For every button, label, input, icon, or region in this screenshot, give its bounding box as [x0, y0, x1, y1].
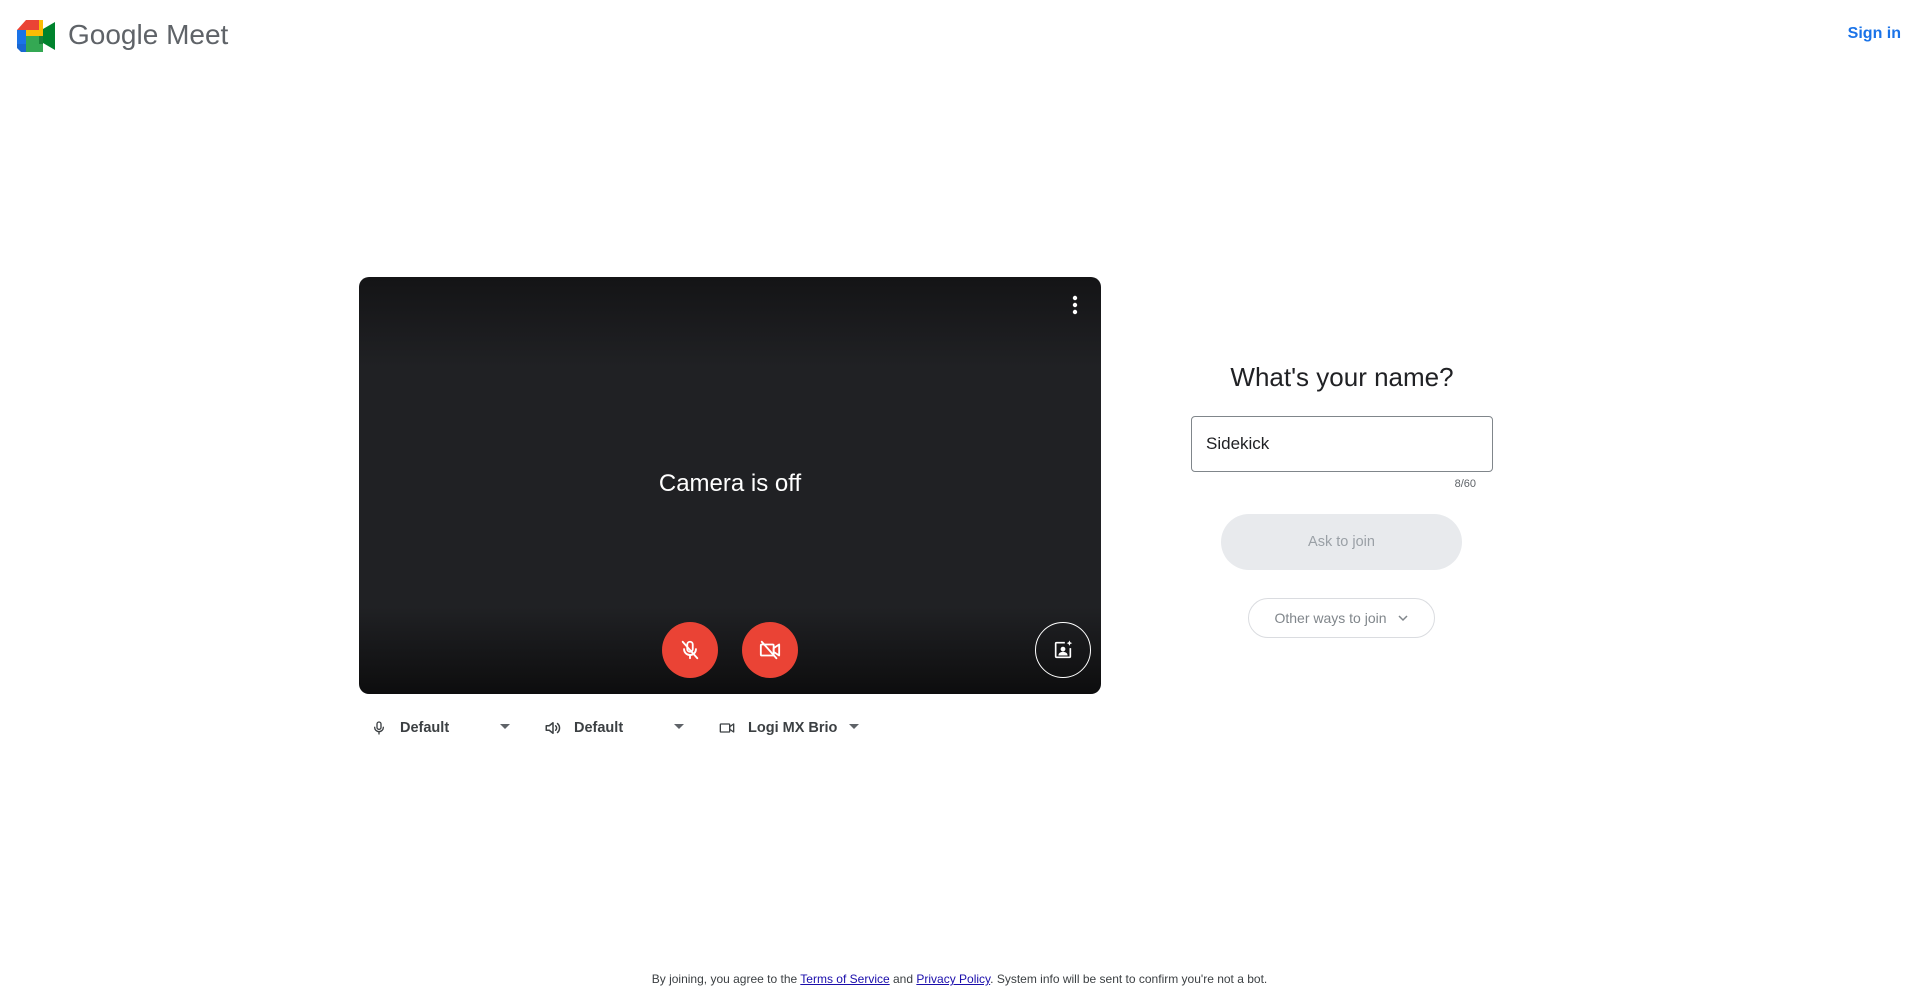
speaker-select[interactable]: Default [542, 714, 688, 742]
microphone-select-value: Default [400, 720, 450, 736]
apply-visual-effects-button[interactable] [1035, 622, 1091, 678]
name-input[interactable] [1192, 417, 1492, 471]
other-ways-to-join-label: Other ways to join [1274, 610, 1387, 626]
brand-name: Google Meet [68, 19, 229, 50]
video-preview: Camera is off [359, 277, 1101, 694]
videocam-off-icon [759, 640, 781, 660]
more-options-button[interactable] [1059, 289, 1091, 321]
character-count: 8/60 [1454, 478, 1476, 490]
footer-suffix: . System info will be sent to confirm yo… [990, 972, 1268, 986]
visual-effects-icon [1054, 640, 1073, 659]
legal-footer: By joining, you agree to the Terms of Se… [0, 972, 1919, 986]
header: Google Meet Sign in [0, 0, 1919, 72]
more-vert-icon [1072, 295, 1078, 315]
footer-and: and [889, 972, 917, 986]
microphone-select[interactable]: Default [368, 714, 514, 742]
caret-down-icon [500, 724, 510, 729]
speaker-select-value: Default [574, 720, 624, 736]
chevron-down-icon [1397, 612, 1409, 624]
google-meet-logo-icon [17, 20, 55, 52]
toggle-microphone-button[interactable] [662, 622, 718, 678]
speaker-icon [542, 717, 564, 739]
videocam-icon [716, 717, 738, 739]
terms-of-service-link[interactable]: Terms of Service [800, 972, 889, 986]
mic-off-icon [681, 640, 699, 660]
camera-select-value: Logi MX Brio [748, 720, 838, 736]
caret-down-icon [849, 724, 859, 729]
caret-down-icon [674, 724, 684, 729]
privacy-policy-link[interactable]: Privacy Policy [916, 972, 990, 986]
other-ways-to-join-button[interactable]: Other ways to join [1248, 598, 1435, 638]
toggle-camera-button[interactable] [742, 622, 798, 678]
camera-off-label: Camera is off [658, 470, 802, 497]
microphone-icon [368, 717, 390, 739]
ask-to-join-button[interactable]: Ask to join [1221, 514, 1462, 570]
footer-prefix: By joining, you agree to the [651, 972, 801, 986]
name-prompt-title: What's your name? [1230, 362, 1454, 392]
camera-select[interactable]: Logi MX Brio [716, 714, 862, 742]
name-field[interactable] [1191, 416, 1493, 472]
sign-in-link[interactable]: Sign in [1848, 25, 1901, 43]
